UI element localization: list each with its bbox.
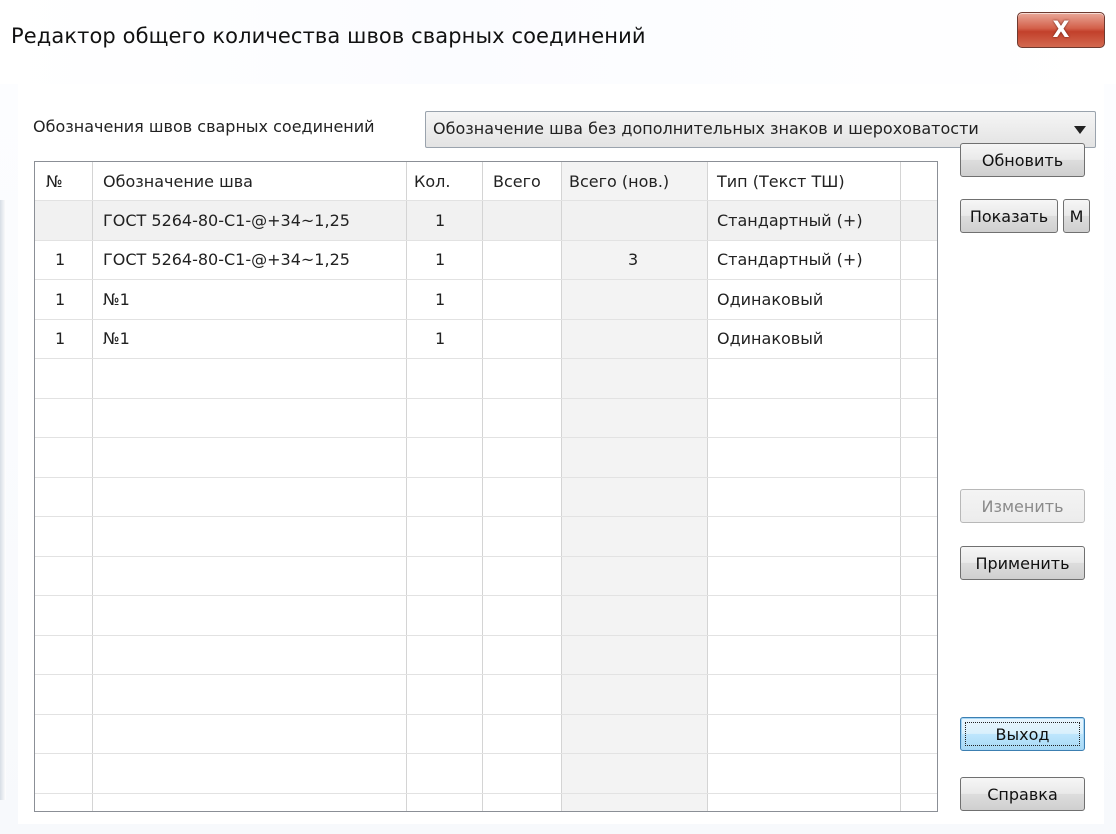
filter-label: Обозначения швов сварных соединений [33,117,375,136]
apply-button[interactable]: Применить [960,546,1085,580]
dialog-window: Редактор общего количества швов сварных … [0,0,1116,834]
column-header-number[interactable]: № [46,162,63,200]
cell-qty: 1 [435,329,446,348]
focus-ring [965,722,1080,746]
cell-type: Одинаковый [717,329,824,348]
show-button[interactable]: Показать [960,199,1058,233]
cell-type: Стандартный (+) [717,211,863,230]
chevron-down-icon[interactable] [1074,126,1086,134]
m-button[interactable]: М [1063,199,1090,233]
cell-type: Стандартный (+) [717,250,863,269]
exit-button[interactable]: Выход [960,717,1085,751]
cell-number: 1 [55,250,66,269]
close-button[interactable]: X [1017,12,1105,48]
cell-qty: 1 [435,290,446,309]
cell-qty: 1 [435,250,446,269]
filter-selected-value: Обозначение шва без дополнительных знако… [433,119,979,138]
cell-designation: №1 [103,290,130,309]
cell-designation: №1 [103,329,130,348]
cell-number: 1 [55,290,66,309]
window-title: Редактор общего количества швов сварных … [11,24,646,48]
column-header-designation[interactable]: Обозначение шва [103,162,253,200]
window-edge [0,200,6,800]
column-header-total[interactable]: Всего [493,162,541,200]
cell-qty: 1 [435,211,446,230]
column-header-type[interactable]: Тип (Текст ТШ) [717,162,845,200]
column-header-total-new[interactable]: Всего (нов.) [569,162,669,200]
edit-button[interactable]: Изменить [960,489,1085,523]
cell-designation: ГОСТ 5264-80-С1-@+34~1,25 [103,211,350,230]
cell-designation: ГОСТ 5264-80-С1-@+34~1,25 [103,250,350,269]
cell-type: Одинаковый [717,290,824,309]
welds-table[interactable]: № Обозначение шва Кол. Всего Всего (нов.… [34,161,938,812]
help-button[interactable]: Справка [960,777,1085,811]
close-icon: X [1052,17,1070,43]
cell-total-new: 3 [628,250,639,269]
cell-number: 1 [55,329,66,348]
refresh-button[interactable]: Обновить [960,143,1085,177]
column-header-qty[interactable]: Кол. [414,162,450,200]
